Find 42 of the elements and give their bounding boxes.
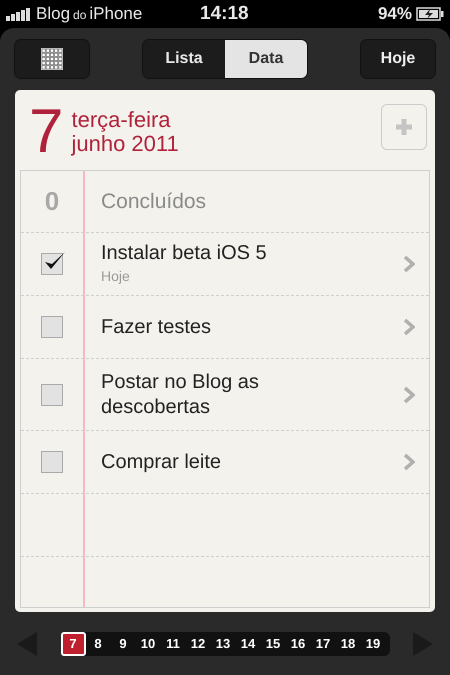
- weekday-label: terça-feira: [71, 108, 172, 132]
- segment-tab[interactable]: Lista: [143, 40, 225, 78]
- day-cell[interactable]: 8: [86, 632, 110, 656]
- battery-percent: 94%: [378, 3, 412, 26]
- task-checkbox[interactable]: [41, 384, 63, 406]
- task-title[interactable]: Comprar leite: [101, 450, 321, 474]
- task-checkbox[interactable]: [41, 253, 63, 275]
- carrier-name: Blog do iPhone: [36, 3, 142, 26]
- day-cell[interactable]: 15: [260, 632, 286, 656]
- task-title[interactable]: Instalar beta iOS 5: [101, 241, 321, 266]
- day-cell[interactable]: 17: [310, 632, 336, 656]
- battery-charging-icon: [416, 7, 444, 21]
- today-button[interactable]: Hoje: [360, 39, 436, 79]
- task-checkbox[interactable]: [41, 451, 63, 473]
- day-cell[interactable]: 19: [360, 632, 386, 656]
- chevron-icon: [403, 255, 415, 273]
- chevron-icon: [403, 386, 415, 404]
- chevron-icon: [403, 318, 415, 336]
- day-cell[interactable]: 14: [236, 632, 260, 656]
- task-title[interactable]: Fazer testes: [101, 314, 321, 340]
- day-number: 7: [29, 104, 64, 160]
- task-checkbox[interactable]: [41, 316, 63, 338]
- task-title[interactable]: Postar no Blog as descobertas: [101, 370, 321, 420]
- plus-icon: [394, 117, 414, 137]
- signal-icon: [6, 7, 32, 21]
- day-cell[interactable]: 10: [136, 632, 160, 656]
- day-cell[interactable]: 13: [210, 632, 236, 656]
- month-year-label: junho 2011: [71, 132, 179, 156]
- segment-tab[interactable]: Data: [225, 40, 307, 78]
- day-cell[interactable]: 12: [186, 632, 210, 656]
- day-cell[interactable]: 7: [60, 632, 86, 656]
- completed-count: 0: [44, 185, 60, 218]
- task-due-label: Hoje: [101, 267, 131, 286]
- day-cell[interactable]: 16: [286, 632, 310, 656]
- add-button[interactable]: [381, 104, 427, 150]
- calendar-grid-icon: [41, 48, 63, 70]
- calendar-button[interactable]: [14, 39, 90, 79]
- chevron-icon: [403, 453, 415, 471]
- day-cell[interactable]: 11: [160, 632, 186, 656]
- day-cell[interactable]: 9: [110, 632, 136, 656]
- day-cell[interactable]: 18: [336, 632, 360, 656]
- status-time: 14:18: [200, 2, 249, 26]
